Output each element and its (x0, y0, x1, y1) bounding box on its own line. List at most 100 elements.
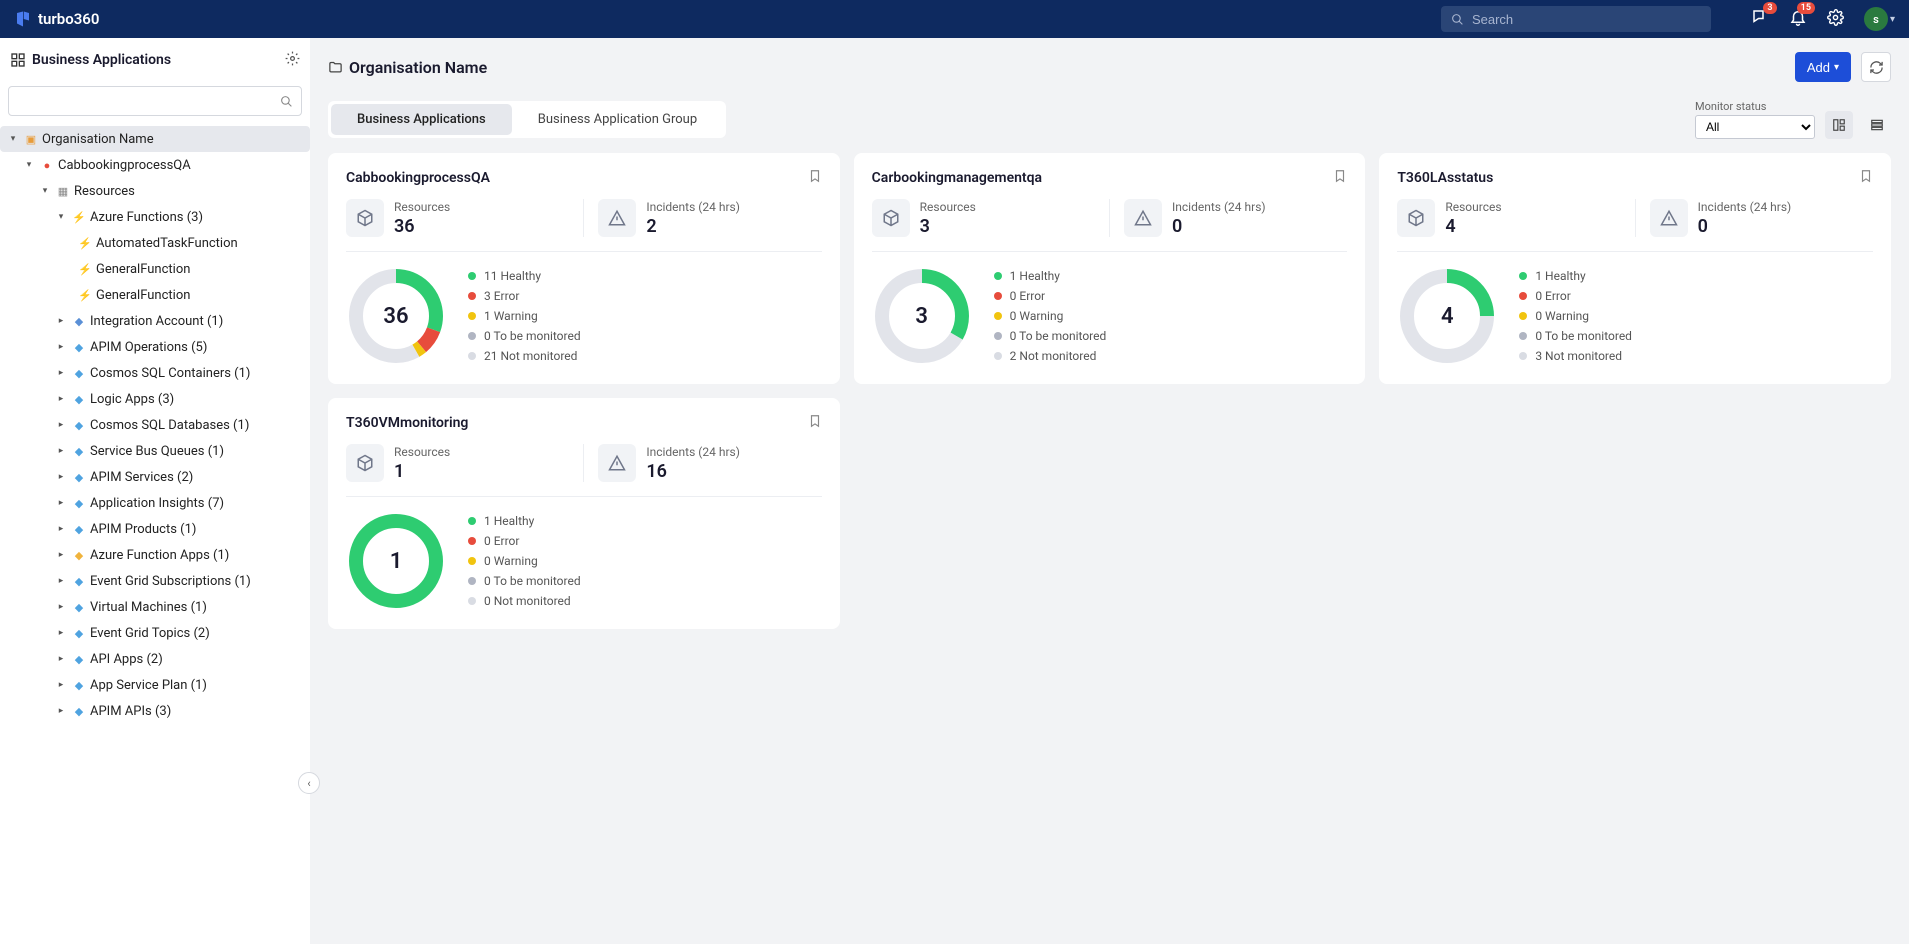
card-grid: CabbookingprocessQA Resources36 Incident… (328, 153, 1891, 629)
tree-leaf[interactable]: ⚡ AutomatedTaskFunction (0, 230, 310, 256)
view-card-button[interactable] (1825, 111, 1853, 139)
add-button[interactable]: Add ▾ (1795, 52, 1851, 82)
resource-icon: ◆ (72, 678, 86, 692)
tree-label: Azure Function Apps (1) (90, 548, 229, 563)
tree-item[interactable]: ▸◆APIM APIs (3) (0, 698, 310, 724)
global-search[interactable] (1441, 6, 1711, 32)
resource-icon: ◆ (72, 444, 86, 458)
brand[interactable]: turbo360 (14, 10, 99, 28)
resource-icon: ◆ (72, 522, 86, 536)
donut-center-value: 36 (346, 266, 446, 366)
tree-item[interactable]: ▸◆APIM Products (1) (0, 516, 310, 542)
resource-icon: ◆ (72, 470, 86, 484)
sidebar-settings-icon[interactable] (285, 51, 300, 70)
sidebar-title: Business Applications (32, 52, 171, 68)
chevron-right-icon: ▸ (54, 394, 68, 404)
chevron-right-icon: ▸ (54, 602, 68, 612)
notifications-connect-icon[interactable]: 3 (1751, 8, 1769, 30)
tree-item[interactable]: ▸◆Cosmos SQL Databases (1) (0, 412, 310, 438)
sidebar-header: Business Applications (0, 38, 310, 82)
tab-application-group[interactable]: Business Application Group (512, 104, 723, 135)
tree-app[interactable]: ▾ ● CabbookingprocessQA (0, 152, 310, 178)
application-card[interactable]: CabbookingprocessQA Resources36 Incident… (328, 153, 840, 384)
tree-leaf[interactable]: ⚡GeneralFunction (0, 256, 310, 282)
resource-icon: ◆ (72, 600, 86, 614)
tree-label: Cosmos SQL Containers (1) (90, 366, 250, 381)
refresh-button[interactable] (1861, 52, 1891, 82)
tree-item[interactable]: ▸◆Virtual Machines (1) (0, 594, 310, 620)
sidebar-search[interactable] (8, 86, 302, 116)
logo-icon (14, 10, 32, 28)
user-menu[interactable]: s ▾ (1864, 7, 1895, 31)
card-title: T360VMmonitoring (346, 415, 468, 431)
application-card[interactable]: Carbookingmanagementqa Resources3 Incide… (854, 153, 1366, 384)
resource-icon: ◆ (72, 340, 86, 354)
donut-center-value: 4 (1397, 266, 1497, 366)
bookmark-icon[interactable] (808, 414, 822, 432)
tree-item[interactable]: ▸◆Event Grid Subscriptions (1) (0, 568, 310, 594)
chevron-right-icon: ▸ (54, 342, 68, 352)
chevron-right-icon: ▸ (54, 446, 68, 456)
chevron-down-icon: ▾ (38, 186, 52, 196)
resources-metric: Resources1 (346, 444, 584, 482)
tab-business-applications[interactable]: Business Applications (331, 104, 512, 135)
tree-azure-functions[interactable]: ▾ ⚡ Azure Functions (3) (0, 204, 310, 230)
cube-icon (1397, 199, 1435, 237)
tree-label: AutomatedTaskFunction (96, 236, 238, 251)
bookmark-icon[interactable] (1859, 169, 1873, 187)
tree-item[interactable]: ▸◆Cosmos SQL Containers (1) (0, 360, 310, 386)
tree-item[interactable]: ▸◆Azure Function Apps (1) (0, 542, 310, 568)
bell-icon[interactable]: 15 (1789, 8, 1807, 30)
chevron-down-icon: ▾ (22, 160, 36, 170)
resources-metric: Resources36 (346, 199, 584, 237)
resource-icon: ◆ (72, 652, 86, 666)
tree-label: Integration Account (1) (90, 314, 223, 329)
sidebar-search-input[interactable] (17, 94, 280, 109)
tree-item[interactable]: ▸◆API Apps (2) (0, 646, 310, 672)
incidents-metric: Incidents (24 hrs)2 (598, 199, 821, 237)
monitor-status-select[interactable]: All (1695, 115, 1815, 139)
tree-label: Cosmos SQL Databases (1) (90, 418, 249, 433)
function-icon: ⚡ (78, 236, 92, 250)
view-list-button[interactable] (1863, 111, 1891, 139)
tree-item[interactable]: ▸◆Logic Apps (3) (0, 386, 310, 412)
chevron-right-icon: ▸ (54, 472, 68, 482)
tree-item[interactable]: ▸ ◆ Service Bus Queues (1) (0, 438, 310, 464)
chevron-down-icon: ▾ (6, 134, 20, 144)
alert-icon (1650, 199, 1688, 237)
bell-badge: 15 (1797, 2, 1815, 14)
tree-item[interactable]: ▸◆Integration Account (1) (0, 308, 310, 334)
resource-icon: ◆ (72, 366, 86, 380)
tree-resources[interactable]: ▾ ▦ Resources (0, 178, 310, 204)
tree-label: App Service Plan (1) (90, 678, 207, 693)
tree-root[interactable]: ▾ ▣ Organisation Name (0, 126, 310, 152)
settings-gear-icon[interactable] (1827, 9, 1844, 30)
tree-item[interactable]: ▸◆Event Grid Topics (2) (0, 620, 310, 646)
brand-text: turbo360 (38, 10, 99, 28)
search-input[interactable] (1472, 12, 1701, 27)
chevron-right-icon: ▸ (54, 654, 68, 664)
tree-label: Service Bus Queues (1) (90, 444, 224, 459)
tree-leaf[interactable]: ⚡GeneralFunction (0, 282, 310, 308)
application-card[interactable]: T360LAsstatus Resources4 Incidents (24 h… (1379, 153, 1891, 384)
status-dot-icon: ● (40, 158, 54, 172)
bookmark-icon[interactable] (808, 169, 822, 187)
legend: 1 Healthy 0 Error 0 Warning 0 To be moni… (1519, 269, 1632, 363)
donut-center-value: 3 (872, 266, 972, 366)
bookmark-icon[interactable] (1333, 169, 1347, 187)
chevron-right-icon: ▸ (54, 706, 68, 716)
chevron-right-icon: ▸ (54, 420, 68, 430)
application-card[interactable]: T360VMmonitoring Resources1 Incidents (2… (328, 398, 840, 629)
resource-icon: ◆ (72, 704, 86, 718)
sidebar-collapse-button[interactable]: ‹ (298, 772, 320, 794)
tree-item[interactable]: ▸◆App Service Plan (1) (0, 672, 310, 698)
chevron-right-icon: ▸ (54, 498, 68, 508)
monitor-status-filter: Monitor status All (1695, 100, 1815, 139)
main-content: Organisation Name Add ▾ Business Applica… (310, 38, 1909, 944)
tree-item[interactable]: ▸◆APIM Operations (5) (0, 334, 310, 360)
alert-icon (598, 199, 636, 237)
tree-item[interactable]: ▸◆Application Insights (7) (0, 490, 310, 516)
tree-item[interactable]: ▸◆APIM Services (2) (0, 464, 310, 490)
donut-chart: 1 (346, 511, 446, 611)
tree-label: Application Insights (7) (90, 496, 224, 511)
